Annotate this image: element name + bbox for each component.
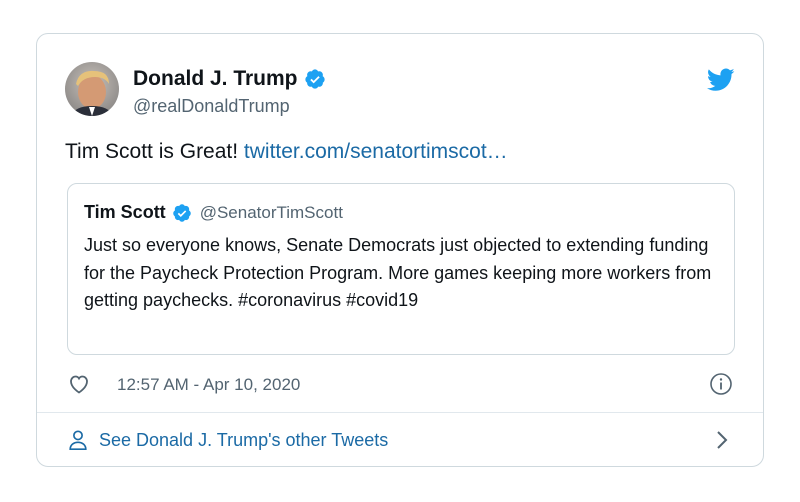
other-tweets-link[interactable]: See Donald J. Trump's other Tweets [37, 413, 763, 467]
other-tweets-label[interactable]: See Donald J. Trump's other Tweets [99, 430, 388, 451]
quoted-author-handle: @SenatorTimScott [199, 202, 343, 222]
info-icon[interactable] [709, 372, 733, 396]
author-handle[interactable]: @realDonaldTrump [133, 96, 326, 117]
person-icon [69, 430, 87, 450]
author-name-row: Donald J. Trump [133, 66, 326, 92]
tweet-meta: 12:57 AM - Apr 10, 2020 [67, 372, 733, 398]
verified-badge-icon [172, 203, 191, 222]
chevron-right-icon[interactable] [715, 430, 729, 450]
tweet-text: Tim Scott is Great! twitter.com/senatort… [65, 140, 508, 164]
tweet-embed-card: Donald J. Trump @realDonaldTrump Tim Sco… [36, 33, 764, 467]
tweet-link[interactable]: twitter.com/senatortimscot… [244, 140, 508, 163]
tweet-timestamp[interactable]: 12:57 AM - Apr 10, 2020 [117, 375, 300, 395]
twitter-bird-icon[interactable] [707, 68, 735, 92]
tweet-header: Donald J. Trump @realDonaldTrump [65, 62, 735, 120]
quoted-tweet-text: Just so everyone knows, Senate Democrats… [84, 235, 712, 310]
heart-icon[interactable] [67, 372, 91, 396]
quoted-author-name: Tim Scott [84, 202, 166, 222]
author-block: Donald J. Trump @realDonaldTrump [133, 66, 326, 117]
quoted-tweet-header: Tim Scott @SenatorTimScott [84, 202, 343, 223]
avatar[interactable] [65, 62, 119, 116]
author-name[interactable]: Donald J. Trump [133, 67, 298, 91]
tweet-body-text: Tim Scott is Great! [65, 140, 244, 163]
quoted-tweet[interactable]: Tim Scott @SenatorTimScott Just so every… [67, 183, 735, 355]
verified-badge-icon [304, 69, 325, 89]
